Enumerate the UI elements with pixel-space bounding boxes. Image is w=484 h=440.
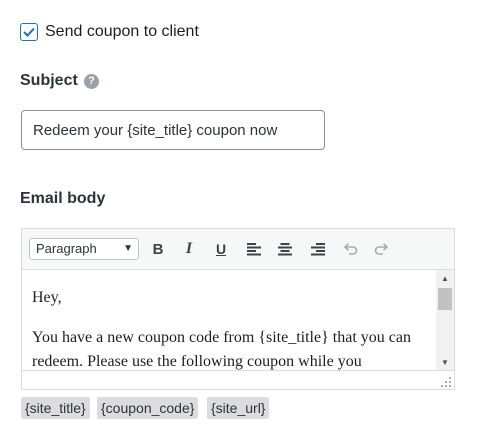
scroll-down-icon[interactable]: ▼: [436, 355, 454, 369]
send-coupon-label[interactable]: Send coupon to client: [45, 23, 199, 41]
align-right-icon: [311, 243, 325, 256]
tag-site-url[interactable]: {site_url}: [207, 397, 270, 419]
redo-button[interactable]: [372, 239, 392, 259]
align-right-button[interactable]: [308, 239, 328, 259]
checkmark-icon: [23, 27, 35, 37]
body-paragraph: You have a new coupon code from {site_ti…: [32, 329, 411, 370]
editor-statusbar: [22, 370, 454, 389]
scroll-thumb[interactable]: [438, 288, 452, 310]
subject-label: Subject: [20, 72, 78, 89]
resize-handle-icon[interactable]: [440, 376, 452, 388]
italic-button[interactable]: I: [179, 239, 199, 259]
subject-input[interactable]: [21, 110, 325, 150]
align-left-button[interactable]: [244, 239, 264, 259]
send-coupon-checkbox[interactable]: [20, 23, 38, 41]
editor-scrollbar[interactable]: ▲ ▼: [436, 270, 454, 370]
help-icon[interactable]: ?: [84, 74, 99, 89]
bold-icon: B: [152, 240, 164, 258]
tag-site-title[interactable]: {site_title}: [21, 397, 90, 419]
align-left-icon: [247, 243, 261, 256]
format-select[interactable]: Paragraph ▼: [29, 238, 139, 260]
align-center-icon: [278, 243, 292, 256]
align-center-button[interactable]: [275, 239, 295, 259]
bold-button[interactable]: B: [148, 239, 168, 259]
scroll-up-icon[interactable]: ▲: [436, 271, 454, 285]
underline-button[interactable]: U: [211, 239, 231, 259]
tag-coupon-code[interactable]: {coupon_code}: [97, 397, 199, 419]
body-paragraph: Hey,: [32, 289, 62, 306]
redo-icon: [374, 243, 389, 255]
undo-button[interactable]: [340, 239, 360, 259]
email-body-label: Email body: [20, 190, 106, 207]
editor-toolbar: Paragraph ▼ B I U: [22, 229, 454, 270]
format-select-value: Paragraph: [36, 241, 97, 256]
undo-icon: [343, 243, 358, 255]
email-body-content[interactable]: Hey, You have a new coupon code from {si…: [22, 270, 436, 370]
underline-icon: U: [215, 241, 227, 257]
chevron-down-icon: ▼: [123, 243, 133, 254]
italic-icon: I: [185, 240, 193, 257]
email-body-editor: Paragraph ▼ B I U Hey, You have a new co…: [21, 228, 455, 390]
